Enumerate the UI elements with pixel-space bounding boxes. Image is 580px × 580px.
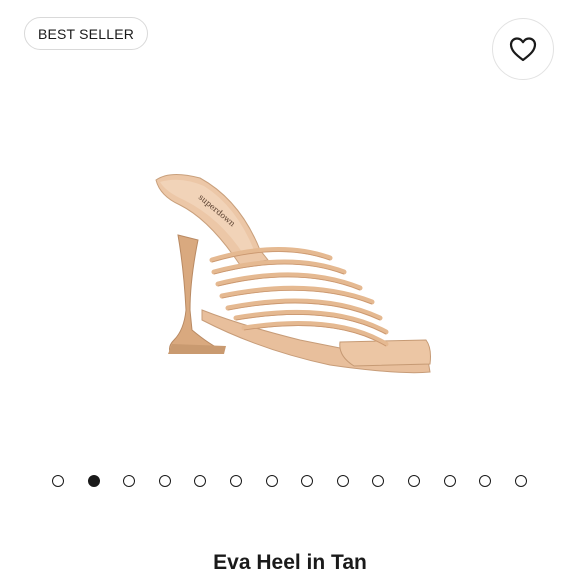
favorite-button[interactable] <box>492 18 554 80</box>
best-seller-badge: BEST SELLER <box>24 17 148 50</box>
carousel-dot[interactable] <box>372 475 385 487</box>
heart-icon <box>509 37 537 62</box>
carousel-dot[interactable] <box>265 475 278 487</box>
product-image[interactable]: superdown <box>140 160 440 390</box>
carousel-dot[interactable] <box>194 475 207 487</box>
carousel-dot[interactable] <box>443 475 456 487</box>
product-page: BEST SELLER superdown Eva Heel in Tan <box>0 0 580 580</box>
carousel-dot[interactable] <box>336 475 349 487</box>
carousel-dot[interactable] <box>158 475 171 487</box>
carousel-dot[interactable] <box>479 475 492 487</box>
carousel-dot[interactable] <box>301 475 314 487</box>
carousel-dot[interactable] <box>230 475 242 487</box>
carousel-dot[interactable] <box>408 475 420 487</box>
carousel-dot[interactable] <box>52 475 64 487</box>
carousel-dot[interactable] <box>514 475 527 487</box>
best-seller-label: BEST SELLER <box>37 25 135 42</box>
carousel-dot[interactable] <box>87 475 100 487</box>
carousel-dot[interactable] <box>123 475 136 487</box>
carousel-dots <box>52 475 532 489</box>
product-title: Eva Heel in Tan <box>213 551 367 574</box>
